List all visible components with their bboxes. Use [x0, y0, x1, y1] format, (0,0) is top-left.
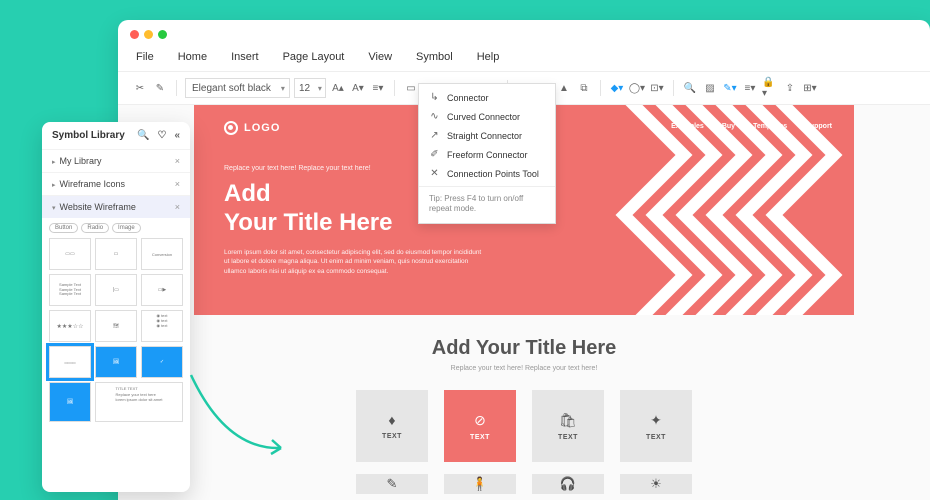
logo-icon — [224, 121, 238, 135]
dropdown-item-connector[interactable]: ↳Connector — [419, 88, 555, 107]
connector-dropdown: ↳Connector ∿Curved Connector ↗Straight C… — [418, 83, 556, 224]
image-icon[interactable]: ▨ — [702, 80, 718, 96]
menu-page-layout[interactable]: Page Layout — [283, 51, 345, 63]
feature-card[interactable]: ♦TEXT — [356, 390, 428, 462]
menu-view[interactable]: View — [368, 51, 392, 63]
hero-body: Lorem ipsum dolor sit amet, consectetur … — [224, 248, 484, 277]
rectangle-tool-icon[interactable]: ▭ — [403, 80, 419, 96]
line-style-icon[interactable]: ≡▾ — [742, 80, 758, 96]
connection-points-icon: ✕ — [429, 168, 440, 179]
symbol-thumbnail[interactable]: ★★★☆☆ — [49, 310, 91, 342]
dropdown-item-straight[interactable]: ↗Straight Connector — [419, 126, 555, 145]
favorite-icon[interactable]: ♡ — [157, 130, 166, 141]
card-row-2: ✎ 🧍 🎧 ☀ — [132, 474, 916, 494]
section-title: Add Your Title Here — [132, 337, 916, 360]
window-controls — [118, 20, 930, 49]
close-icon[interactable]: × — [175, 179, 180, 189]
category-wireframe-icons[interactable]: ▸Wireframe Icons× — [42, 172, 190, 195]
close-icon[interactable]: × — [175, 202, 180, 212]
symbol-thumbnail[interactable]: ▭▶ — [141, 274, 183, 306]
symbol-thumbnail[interactable]: 🖼 — [49, 382, 91, 422]
feature-card[interactable]: ✎ — [356, 474, 428, 494]
symbol-thumbnail[interactable]: ▭▭ — [49, 238, 91, 270]
symbol-thumbnail[interactable]: 🗺 — [95, 310, 137, 342]
shape-style-icon[interactable]: ◯▾ — [629, 80, 645, 96]
dropdown-item-curved[interactable]: ∿Curved Connector — [419, 107, 555, 126]
hero-decoration — [604, 105, 854, 315]
symbol-grid: ▭▭ ▭ Conversion Sample TextSample TextSa… — [42, 238, 190, 422]
logo-text: LOGO — [244, 122, 280, 134]
symbol-thumbnail[interactable]: |▭ — [95, 274, 137, 306]
tag-button[interactable]: Button — [49, 223, 78, 233]
search-icon[interactable]: 🔍 — [682, 80, 698, 96]
symbol-thumbnail[interactable]: Conversion — [141, 238, 183, 270]
feature-card[interactable]: 🧍 — [444, 474, 516, 494]
menu-file[interactable]: File — [136, 51, 154, 63]
font-size-select[interactable]: 12 — [294, 78, 326, 98]
close-icon[interactable]: × — [175, 156, 180, 166]
symbol-thumbnail[interactable]: TITLE TEXTReplace your text herelorem ip… — [95, 382, 183, 422]
straight-connector-icon: ↗ — [429, 130, 440, 141]
align-icon[interactable]: ≡▾ — [370, 80, 386, 96]
feature-card-highlighted[interactable]: ⊘TEXT — [444, 390, 516, 462]
curved-connector-icon: ∿ — [429, 111, 440, 122]
freeform-connector-icon: ✐ — [429, 149, 440, 160]
menu-symbol[interactable]: Symbol — [416, 51, 453, 63]
dropdown-tip: Tip: Press F4 to turn on/off repeat mode… — [419, 190, 555, 219]
crop-icon[interactable]: ⊡▾ — [649, 80, 665, 96]
feature-card[interactable]: 🎧 — [532, 474, 604, 494]
bag-icon: 🛍 — [559, 412, 577, 429]
feature-card[interactable]: ✦TEXT — [620, 390, 692, 462]
decrease-font-icon[interactable]: A▾ — [350, 80, 366, 96]
tag-radio[interactable]: Radio — [81, 223, 109, 233]
panel-header: Symbol Library 🔍 ♡ « — [42, 122, 190, 149]
symbol-thumbnail[interactable]: ▭ — [95, 238, 137, 270]
category-website-wireframe[interactable]: ▾Website Wireframe× — [42, 195, 190, 218]
connector-icon: ↳ — [429, 92, 440, 103]
collapse-icon[interactable]: « — [174, 130, 180, 141]
dropdown-item-points[interactable]: ✕Connection Points Tool — [419, 164, 555, 183]
symbol-thumbnail[interactable]: ✓ — [141, 346, 183, 378]
dropdown-item-freeform[interactable]: ✐Freeform Connector — [419, 145, 555, 164]
group-icon[interactable]: ⧉ — [576, 80, 592, 96]
menu-home[interactable]: Home — [178, 51, 207, 63]
section-subtitle: Replace your text here! Replace your tex… — [132, 365, 916, 372]
maximize-window-icon[interactable] — [158, 30, 167, 39]
symbol-library-panel: Symbol Library 🔍 ♡ « ▸My Library× ▸Wiref… — [42, 122, 190, 492]
more-icon[interactable]: ⊞▾ — [802, 80, 818, 96]
symbol-thumbnail-selected[interactable]: ▭▭▭ — [49, 346, 91, 378]
tag-image[interactable]: Image — [112, 223, 141, 233]
font-select[interactable]: Elegant soft black — [185, 78, 290, 98]
symbol-thumbnail[interactable]: Sample TextSample TextSample Text — [49, 274, 91, 306]
symbol-thumbnail[interactable]: 🖼 — [95, 346, 137, 378]
feature-card[interactable]: 🛍TEXT — [532, 390, 604, 462]
minimize-window-icon[interactable] — [144, 30, 153, 39]
cut-icon[interactable]: ✂ — [132, 80, 148, 96]
flip-icon[interactable]: ▲ — [556, 80, 572, 96]
format-painter-icon[interactable]: ✎ — [152, 80, 168, 96]
symbol-thumbnail[interactable]: ◉ text◉ text◉ text — [141, 310, 183, 342]
menu-insert[interactable]: Insert — [231, 51, 259, 63]
feature-card[interactable]: ☀ — [620, 474, 692, 494]
ball-icon: ⊘ — [474, 412, 486, 429]
panel-title: Symbol Library — [52, 130, 125, 141]
sparkle-icon: ✦ — [650, 412, 662, 429]
content-section: Add Your Title Here Replace your text he… — [132, 337, 916, 494]
filter-tags: Button Radio Image — [42, 218, 190, 238]
search-icon[interactable]: 🔍 — [137, 130, 149, 141]
diamond-icon: ♦ — [388, 412, 395, 428]
close-window-icon[interactable] — [130, 30, 139, 39]
fill-color-icon[interactable]: ◆▾ — [609, 80, 625, 96]
menu-help[interactable]: Help — [477, 51, 500, 63]
category-my-library[interactable]: ▸My Library× — [42, 149, 190, 172]
pen-color-icon[interactable]: ✎▾ — [722, 80, 738, 96]
lock-icon[interactable]: 🔒▾ — [762, 80, 778, 96]
increase-font-icon[interactable]: A▴ — [330, 80, 346, 96]
menu-bar: File Home Insert Page Layout View Symbol… — [118, 49, 930, 71]
card-row: ♦TEXT ⊘TEXT 🛍TEXT ✦TEXT — [132, 390, 916, 462]
export-icon[interactable]: ⇪ — [782, 80, 798, 96]
